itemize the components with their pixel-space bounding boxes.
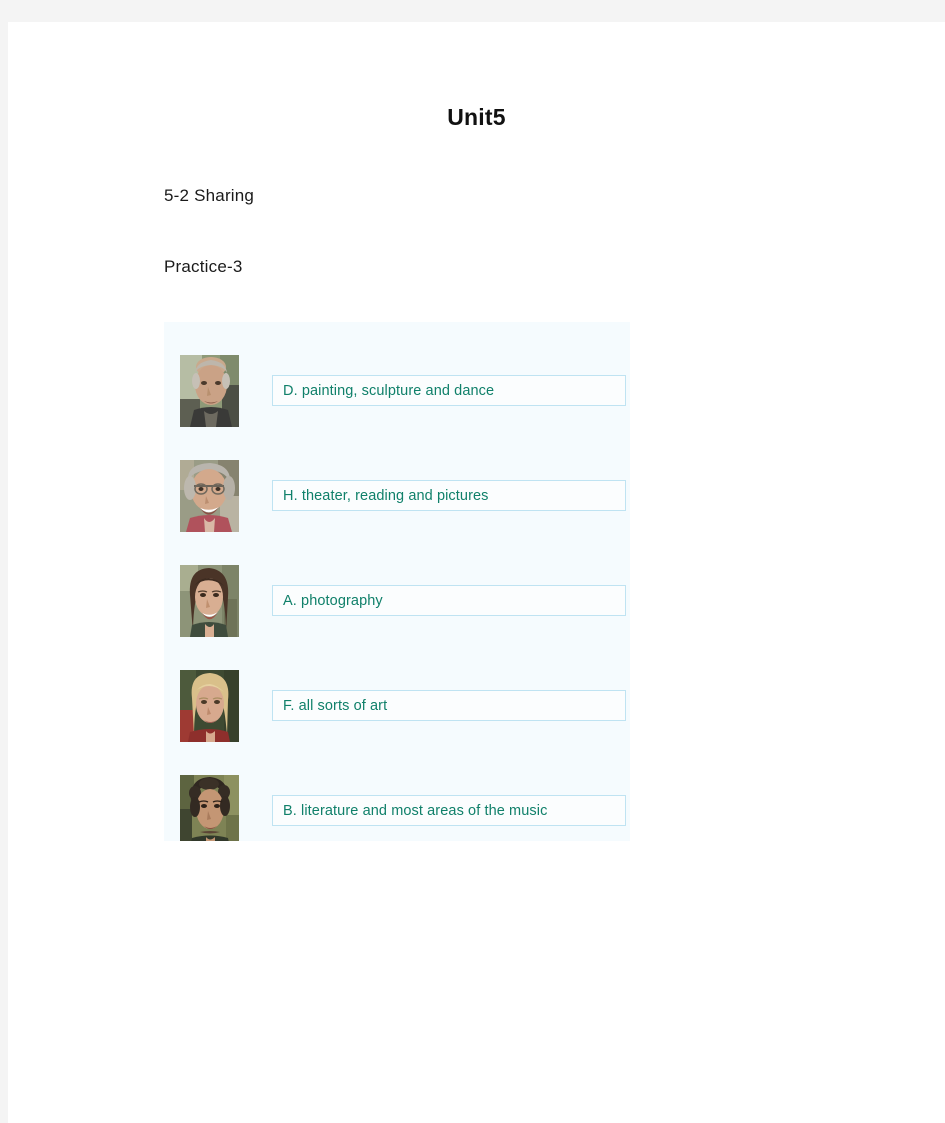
person-photo-bald-man: [180, 355, 239, 427]
document-page: Unit5 5-2 Sharing Practice-3 D. painting…: [8, 22, 945, 1123]
answer-box[interactable]: A. photography: [272, 585, 626, 616]
answer-text: H. theater, reading and pictures: [283, 487, 489, 504]
answer-box[interactable]: F. all sorts of art: [272, 690, 626, 721]
exercise-row: B. literature and most areas of the musi…: [180, 775, 626, 841]
answer-text: D. painting, sculpture and dance: [283, 382, 495, 399]
section-heading: 5-2 Sharing: [164, 186, 255, 205]
exercise-row: A. photography: [180, 565, 626, 637]
person-photo-curly-haired-man: [180, 775, 239, 841]
person-photo-dark-haired-woman: [180, 565, 239, 637]
answer-text: B. literature and most areas of the musi…: [283, 802, 548, 819]
answer-text: F. all sorts of art: [283, 697, 388, 714]
answer-text: A. photography: [283, 592, 383, 609]
exercise-row: H. theater, reading and pictures: [180, 460, 626, 532]
answer-box[interactable]: B. literature and most areas of the musi…: [272, 795, 626, 826]
person-photo-gray-haired-woman: [180, 460, 239, 532]
practice-heading: Practice-3: [164, 257, 243, 276]
person-photo-blonde-woman: [180, 670, 239, 742]
page-title: Unit5: [447, 104, 506, 130]
exercise-row: D. painting, sculpture and dance: [180, 355, 626, 427]
exercise-row: F. all sorts of art: [180, 670, 626, 742]
answer-box[interactable]: H. theater, reading and pictures: [272, 480, 626, 511]
exercise-panel: D. painting, sculpture and dance H. thea…: [164, 322, 630, 841]
answer-box[interactable]: D. painting, sculpture and dance: [272, 375, 626, 406]
